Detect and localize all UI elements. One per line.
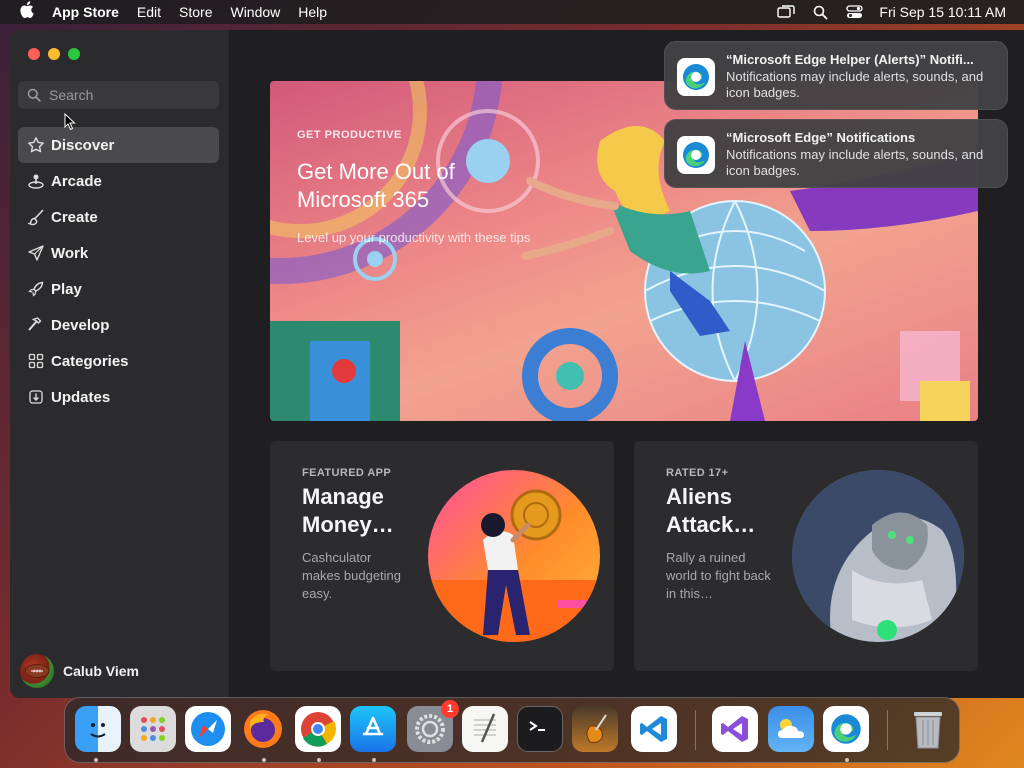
control-center-icon[interactable] xyxy=(837,5,871,19)
avatar xyxy=(20,654,54,688)
hero-eyebrow: GET PRODUCTIVE xyxy=(297,129,402,141)
sidebar-item-label: Categories xyxy=(51,352,129,370)
notification-body: Notifications may include alerts, sounds… xyxy=(726,147,984,178)
sidebar-item-work[interactable]: Work xyxy=(18,235,219,271)
menu-store[interactable]: Store xyxy=(170,4,221,20)
menu-help[interactable]: Help xyxy=(289,4,336,20)
screen-mirroring-icon[interactable] xyxy=(769,5,803,19)
sidebar-item-discover[interactable]: Discover xyxy=(18,127,219,163)
menu-bar: App Store Edit Store Window Help Fri Sep… xyxy=(0,0,1024,24)
dock-running-dot xyxy=(372,758,376,762)
hammer-icon xyxy=(21,316,51,334)
dock-running-dot xyxy=(845,758,849,762)
star-icon xyxy=(21,136,51,154)
terminal-icon[interactable] xyxy=(517,706,563,752)
spotlight-search-icon[interactable] xyxy=(803,5,837,20)
chrome-icon[interactable] xyxy=(295,706,341,752)
notification-title: “Microsoft Edge” Notifications xyxy=(726,130,916,145)
user-name: Calub Viem xyxy=(63,663,139,679)
dock-separator xyxy=(695,710,696,750)
weather-icon[interactable] xyxy=(768,706,814,752)
visual-studio-icon[interactable] xyxy=(712,706,758,752)
paperplane-icon xyxy=(21,244,51,262)
window-controls xyxy=(28,48,80,60)
launchpad-icon[interactable] xyxy=(130,706,176,752)
card-artwork xyxy=(428,470,600,642)
search-icon xyxy=(27,88,41,102)
search-field[interactable] xyxy=(18,81,219,109)
dock-running-dot xyxy=(317,758,321,762)
edge-icon[interactable] xyxy=(823,706,869,752)
user-account[interactable]: Calub Viem xyxy=(20,654,139,688)
zoom-window-button[interactable] xyxy=(68,48,80,60)
safari-icon[interactable] xyxy=(185,706,231,752)
sidebar-item-label: Create xyxy=(51,208,98,226)
sidebar-item-label: Discover xyxy=(51,136,115,154)
notification-edge-helper[interactable]: “Microsoft Edge Helper (Alerts)” Notifi.… xyxy=(664,41,1008,110)
edge-icon xyxy=(677,58,715,96)
notification-edge[interactable]: “Microsoft Edge” Notifications Notificat… xyxy=(664,119,1008,188)
brush-icon xyxy=(21,208,51,226)
system-settings-icon[interactable]: 1 xyxy=(407,700,459,752)
dock-running-dot xyxy=(262,758,266,762)
sidebar-item-categories[interactable]: Categories xyxy=(18,343,219,379)
card-title: Manage Money… xyxy=(302,484,394,537)
card-eyebrow: FEATURED APP xyxy=(302,467,392,479)
dock: 1 xyxy=(64,697,960,763)
menu-clock[interactable]: Fri Sep 15 10:11 AM xyxy=(871,4,1024,20)
hero-title: Get More Out of Microsoft 365 xyxy=(297,159,455,212)
rated-game-card[interactable]: RATED 17+ Aliens Attack… Rally a ruined … xyxy=(634,441,978,671)
minimize-window-button[interactable] xyxy=(48,48,60,60)
vscode-icon[interactable] xyxy=(631,706,677,752)
notification-title: “Microsoft Edge Helper (Alerts)” Notifi.… xyxy=(726,52,974,67)
menu-app-name[interactable]: App Store xyxy=(52,4,128,20)
sidebar: Discover Arcade Create Work Play Develop xyxy=(10,30,230,698)
mouse-cursor-icon xyxy=(64,112,76,136)
dock-running-dot xyxy=(94,758,98,762)
sidebar-item-label: Develop xyxy=(51,316,110,334)
textedit-icon[interactable] xyxy=(462,706,508,752)
garageband-icon[interactable] xyxy=(572,706,618,752)
sidebar-item-label: Work xyxy=(51,244,89,262)
sidebar-item-label: Play xyxy=(51,280,82,298)
notification-body: Notifications may include alerts, sounds… xyxy=(726,69,984,100)
finder-icon[interactable] xyxy=(75,706,121,752)
rocket-icon xyxy=(21,280,51,298)
firefox-icon[interactable] xyxy=(240,706,286,752)
card-description: Rally a ruined world to fight back in th… xyxy=(666,550,771,601)
sidebar-item-updates[interactable]: Updates xyxy=(18,379,219,415)
joystick-icon xyxy=(21,172,51,190)
sidebar-item-label: Arcade xyxy=(51,172,102,190)
sidebar-item-arcade[interactable]: Arcade xyxy=(18,163,219,199)
notification-badge: 1 xyxy=(441,700,459,718)
apple-menu-icon[interactable] xyxy=(0,1,52,23)
search-input[interactable] xyxy=(49,87,209,103)
close-window-button[interactable] xyxy=(28,48,40,60)
card-artwork xyxy=(792,470,964,642)
sidebar-item-create[interactable]: Create xyxy=(18,199,219,235)
sidebar-item-play[interactable]: Play xyxy=(18,271,219,307)
card-title: Aliens Attack… xyxy=(666,484,756,537)
sidebar-item-develop[interactable]: Develop xyxy=(18,307,219,343)
sidebar-nav: Discover Arcade Create Work Play Develop xyxy=(18,127,219,415)
card-description: Cashculator makes budgeting easy. xyxy=(302,550,402,601)
appstore-icon[interactable] xyxy=(350,706,396,752)
trash-icon[interactable] xyxy=(905,706,951,752)
grid-icon xyxy=(21,352,51,370)
menu-window[interactable]: Window xyxy=(221,4,289,20)
edge-icon xyxy=(677,136,715,174)
download-icon xyxy=(21,388,51,406)
dock-separator xyxy=(887,710,888,750)
hero-subtitle: Level up your productivity with these ti… xyxy=(297,230,531,245)
card-eyebrow: RATED 17+ xyxy=(666,467,729,479)
featured-app-card[interactable]: FEATURED APP Manage Money… Cashculator m… xyxy=(270,441,614,671)
sidebar-item-label: Updates xyxy=(51,388,111,406)
menu-edit[interactable]: Edit xyxy=(128,4,170,20)
